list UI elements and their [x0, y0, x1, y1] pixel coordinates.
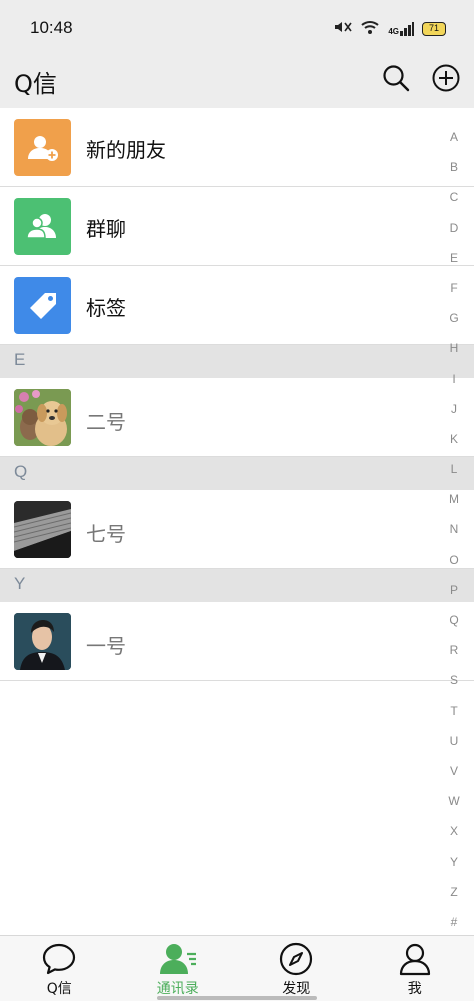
alphabet-letter[interactable]: B: [450, 152, 458, 182]
add-button[interactable]: [428, 60, 464, 96]
alphabet-letter[interactable]: D: [450, 213, 459, 243]
alphabet-letter[interactable]: K: [450, 424, 458, 454]
alphabet-letter[interactable]: H: [450, 333, 459, 363]
wifi-icon: [360, 19, 380, 39]
section-letter: Q: [14, 462, 28, 481]
tab-me[interactable]: 我: [356, 936, 474, 1001]
section-letter: Y: [14, 574, 26, 593]
signal-icon: 4G: [388, 22, 414, 36]
section-header-y: Y: [0, 569, 474, 602]
alphabet-letter[interactable]: V: [450, 756, 458, 786]
alphabet-letter[interactable]: A: [450, 122, 458, 152]
tags-row[interactable]: 标签: [0, 266, 474, 345]
header: Q信: [0, 56, 474, 108]
alphabet-letter[interactable]: X: [450, 816, 458, 846]
nav-label: 发现: [282, 981, 311, 997]
nav-label: Q信: [46, 981, 72, 997]
alphabet-letter[interactable]: S: [450, 665, 458, 695]
alphabet-letter[interactable]: E: [450, 243, 458, 273]
section-header-e: E: [0, 345, 474, 378]
alphabet-letter[interactable]: T: [450, 696, 457, 726]
row-label: 新的朋友: [86, 138, 166, 162]
compass-icon: [279, 942, 313, 976]
contact-row[interactable]: 一号: [0, 602, 474, 681]
chat-bubble-icon: [41, 942, 77, 976]
alphabet-index[interactable]: A B C D E F G H I J K L M N O P Q R S T U V W X Y Z #: [446, 122, 462, 937]
contact-list: 新的朋友 群聊 标签 E 二号 Q 七号 Y 一号: [0, 108, 474, 681]
contact-row[interactable]: 二号: [0, 378, 474, 457]
contact-name: 二号: [86, 410, 126, 434]
person-icon: [398, 942, 432, 976]
alphabet-letter[interactable]: U: [450, 726, 459, 756]
contact-row[interactable]: 七号: [0, 490, 474, 569]
dog-cat-avatar: [14, 389, 71, 446]
contacts-icon: [158, 942, 198, 976]
alphabet-letter[interactable]: Z: [450, 877, 457, 907]
section-letter: E: [14, 350, 26, 369]
contact-name: 一号: [86, 634, 126, 658]
status-icons: 4G 71: [332, 18, 446, 40]
alphabet-letter[interactable]: J: [451, 394, 457, 424]
row-label: 群聊: [86, 217, 126, 241]
tab-discover[interactable]: 发现: [237, 936, 356, 1001]
tag-icon: [14, 277, 71, 334]
page-title: Q信: [14, 70, 57, 98]
new-friends-row[interactable]: 新的朋友: [0, 108, 474, 187]
alphabet-letter[interactable]: R: [450, 635, 459, 665]
tab-contacts[interactable]: 通讯录: [119, 936, 238, 1001]
alphabet-letter[interactable]: #: [451, 907, 458, 937]
contact-name: 七号: [86, 522, 126, 546]
nav-label: 通讯录: [156, 981, 199, 997]
row-label: 标签: [86, 296, 126, 320]
alphabet-letter[interactable]: P: [450, 575, 458, 605]
battery-icon: 71: [422, 22, 446, 36]
alphabet-letter[interactable]: M: [449, 484, 459, 514]
plus-circle-icon: [432, 64, 460, 92]
man-portrait-avatar: [14, 613, 71, 670]
bottom-nav: Q信 通讯录 发现 我: [0, 935, 474, 1001]
mute-icon: [332, 19, 352, 39]
search-icon: [383, 65, 410, 92]
nav-label: 我: [407, 981, 422, 997]
alphabet-letter[interactable]: I: [452, 364, 455, 394]
alphabet-letter[interactable]: O: [449, 545, 458, 575]
group-chat-row[interactable]: 群聊: [0, 187, 474, 266]
tab-chats[interactable]: Q信: [0, 936, 119, 1001]
add-friend-icon: [14, 119, 71, 176]
search-button[interactable]: [378, 60, 414, 96]
group-chat-icon: [14, 198, 71, 255]
status-bar: 10:48 4G 71: [0, 0, 474, 56]
home-indicator: [157, 996, 317, 1000]
status-time: 10:48: [30, 18, 73, 37]
alphabet-letter[interactable]: Y: [450, 847, 458, 877]
alphabet-letter[interactable]: F: [450, 273, 457, 303]
keyboard-avatar: [14, 501, 71, 558]
section-header-q: Q: [0, 457, 474, 490]
alphabet-letter[interactable]: N: [450, 514, 459, 544]
alphabet-letter[interactable]: W: [448, 786, 459, 816]
alphabet-letter[interactable]: L: [451, 454, 458, 484]
alphabet-letter[interactable]: C: [450, 182, 459, 212]
alphabet-letter[interactable]: G: [449, 303, 458, 333]
alphabet-letter[interactable]: Q: [449, 605, 458, 635]
